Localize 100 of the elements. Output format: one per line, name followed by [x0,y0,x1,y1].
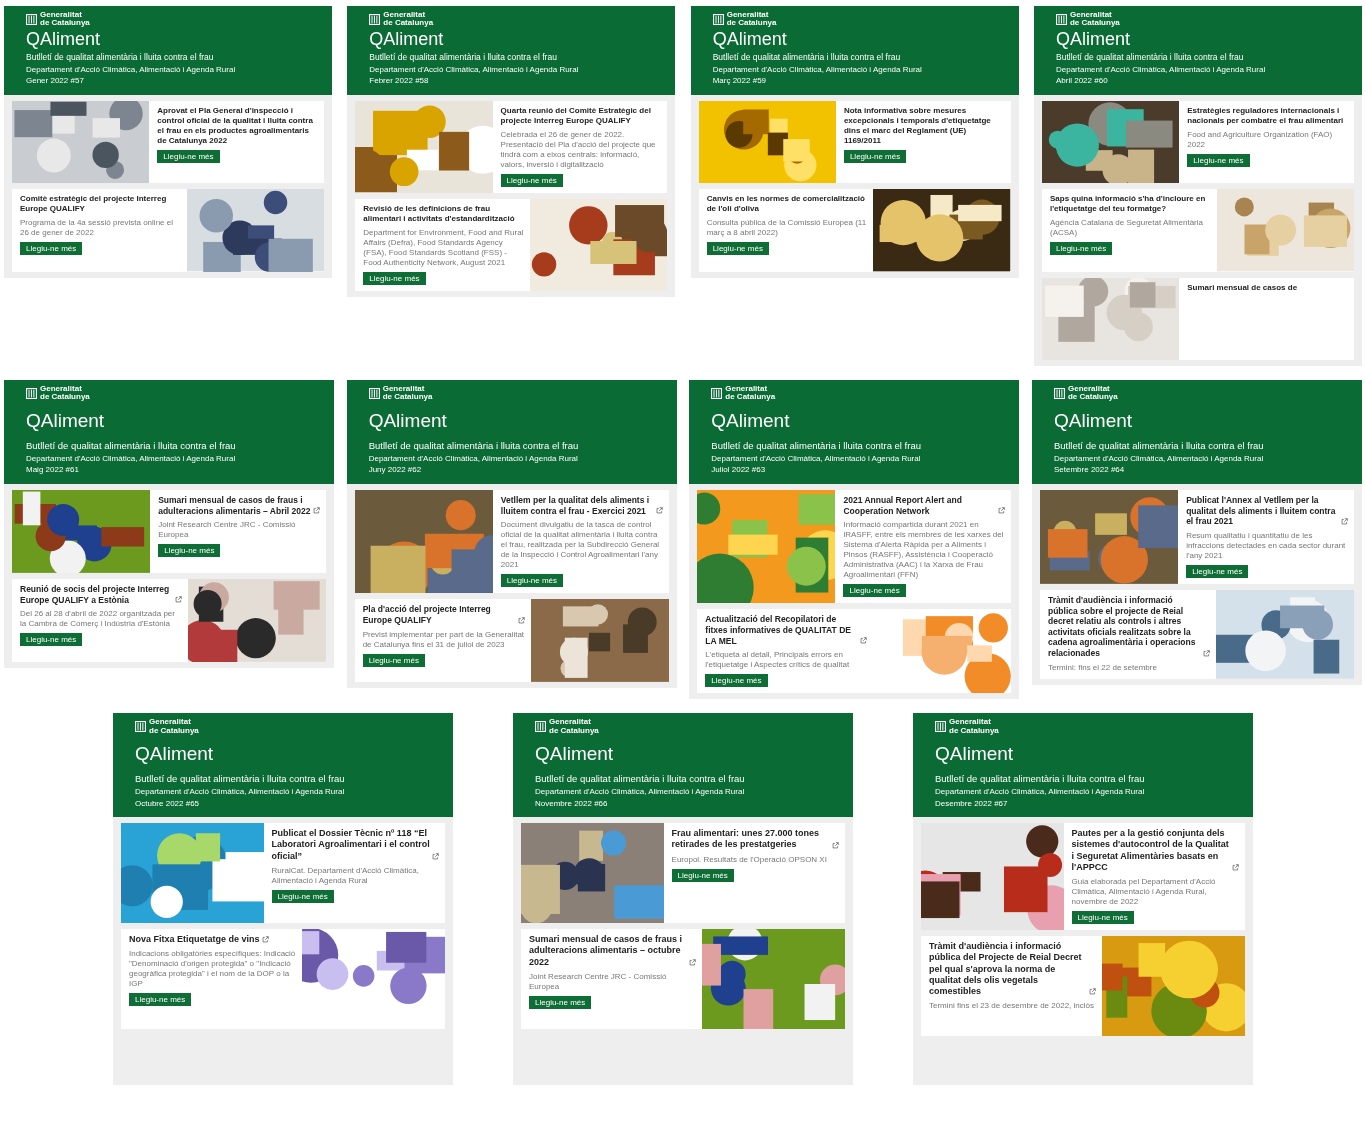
read-more-button[interactable]: Llegiu-ne més [706,242,769,256]
newsletter-subtitle: Butlletí de qualitat alimentària i lluita contra el frau [712,51,901,62]
newsletter-title: QAliment [535,742,614,765]
read-more-button[interactable]: Llegiu-ne més [1050,242,1113,256]
issue-label: Març 2022 #59 [712,75,767,87]
article-source: Document divulgatiu de la tasca de control oficial de la qualitat alimentària i lluita contra el frau, realitzada per la Subdirecció General de la Inspecció i Control Agroalimentari l'any 2021 [500,520,661,571]
read-more-button[interactable]: Llegiu-ne més [129,993,192,1007]
article-source: Consulta pública de la Comissió Europea (11 març a 8 abril 2022) [706,218,868,239]
issue-label: Juny 2022 #62 [368,464,422,476]
external-link-icon[interactable] [261,936,269,944]
generalitat-logo-icon [26,387,37,399]
department-name: Departament d'Acció Climàtica, Alimentació i Agenda Rural [368,452,578,465]
newsletter-subtitle: Butlletí de qualitat alimentària i lluita contra el frau [1056,51,1244,62]
article-source: Informació compartida durant 2021 en iRASFF, entre els membres de les xarxes del Sistema d'Alerta Ràpida per a Aliments i Pinsos (RASFF), Assistència i Cooperació Administrativa (AAC) i la Xarxa de Frau Agroalimentari (FFN) [843,520,1005,581]
brand-name: de Catalunya [40,393,90,402]
read-more-button[interactable]: Llegiu-ne més [362,653,425,667]
article-title: Estratègies reguladores internacionals i nacionals per combatre el frau alimentari [1187,105,1345,126]
external-link-icon[interactable] [998,507,1006,515]
newsletter-title: QAliment [135,742,214,765]
external-link-icon[interactable] [313,507,320,515]
external-link-icon[interactable] [174,596,182,604]
read-more-button[interactable]: Llegiu-ne més [705,674,768,688]
article-title: Vetllem per la qualitat dels aliments i lluitem contra el frau - Exercici 2021 [500,495,651,517]
department-name: Departament d'Acció Climàtica, Alimentació i Agenda Rural [1053,452,1264,465]
read-more-button[interactable]: Llegiu-ne més [843,584,906,598]
external-link-icon[interactable] [860,637,868,645]
article-title: Canvis en les normes de comercialització de l'oli d'oliva [706,194,866,215]
article-source: Joint Research Centre JRC - Comissió Europea [158,520,297,541]
read-more-button[interactable]: Llegiu-ne més [529,995,592,1009]
article-title: Pla d'acció del projecte Interreg Europe QUALIFY [362,604,492,626]
article-source: Resum qualitatiu i quantitatiu de les infraccions detectades en cada sector durant l'any 2021 [1186,530,1347,561]
article-title: Sumari mensual de casos de fraus i adulteracions alimentaris – octubre 2022 [529,934,684,968]
read-more-button[interactable]: Llegiu-ne més [271,889,334,903]
article-title: Sumari mensual de casos de [1187,282,1298,293]
generalitat-logo-icon [26,13,37,25]
newsletter-title: QAliment [711,409,790,432]
department-name: Departament d'Acció Climàtica, Alimentació i Agenda Rural [535,785,745,798]
brand-name: Generalitat [726,11,770,20]
brand-name: de Catalunya [40,19,90,28]
brand-name: Generalitat [149,718,192,727]
generalitat-logo-icon [1053,387,1065,399]
article-title: Frau alimentari: unes 27.000 tones retirades de les prestatgeries [671,828,821,851]
brand-name: Generalitat [725,385,769,394]
article-title: Nota informativa sobre mesures excepcionals i temporals d'etiquetatge dins el marc del Reglament (UE) 1169/2011 [843,105,992,146]
brand-name: Generalitat [949,718,992,727]
external-link-icon[interactable] [1232,864,1239,872]
read-more-button[interactable]: Llegiu-ne més [1187,153,1250,167]
read-more-button[interactable]: Llegiu-ne més [158,544,221,558]
brand-name: Generalitat [549,718,592,727]
newsletter-title: QAliment [935,742,1014,765]
article-source: Del 26 al 28 d'abril de 2022 organitzada per la Cambra de Comerç i Indústria d'Estònia [20,609,176,630]
read-more-button[interactable]: Llegiu-ne més [500,173,563,187]
external-link-icon[interactable] [517,616,525,624]
article-title: Tràmit d'audiència i informació pública sobre el projecte de Reial decret relatiu als controls i altres activitats oficials realitzats sobre la cadena agroalimentària i operacions relacionades [1047,594,1197,659]
newsletter-subtitle: Butlletí de qualitat alimentària i lluita contra el frau [535,772,745,784]
article-source: Department for Environment, Food and Rural Affairs (Defra), Food Standards Agency (FSA), Food Standards Scotland (FSS) - Food Authenticity Network, August 2021 [363,227,525,268]
brand-name: de Catalunya [149,726,199,735]
read-more-button[interactable]: Llegiu-ne més [500,574,564,588]
external-link-icon[interactable] [689,958,697,966]
newsletter-subtitle: Butlletí de qualitat alimentària i lluita contra el frau [1053,439,1264,451]
article-title: Publicat el Dossier Tècnic nº 118 “El Laboratori Agroalimentari i el control oficial” [271,828,430,862]
article-title: Reunió de socis del projecte Interreg Europe QUALIFY a Estònia [20,583,171,606]
read-more-button[interactable]: Llegiu-ne més [157,149,220,163]
issue-label: Gener 2022 #57 [26,75,84,87]
newsletter-title: QAliment [1053,409,1133,432]
read-more-button[interactable]: Llegiu-ne més [671,868,734,882]
external-link-icon[interactable] [432,852,439,860]
generalitat-logo-icon [1056,13,1067,25]
article-source: Programa de la 4a sessió prevista online el 26 de gener de 2022 [20,218,174,239]
read-more-button[interactable]: Llegiu-ne més [1186,564,1249,578]
external-link-icon[interactable] [1340,517,1348,525]
read-more-button[interactable]: Llegiu-ne més [1071,911,1134,925]
article-title: Comitè estratègic del projecte Interreg Europe QUALIFY [20,194,168,215]
brand-name: de Catalunya [1067,393,1118,402]
external-link-icon[interactable] [655,507,663,515]
brand-name: de Catalunya [726,19,777,28]
newsletter-title: QAliment [1056,28,1130,50]
article-title: Publicat l'Annex al Vetllem per la qualitat dels aliments i lluitem contra el frau 2021 [1186,495,1337,527]
brand-name: de Catalunya [725,393,776,402]
read-more-button[interactable]: Llegiu-ne més [843,149,907,163]
read-more-button[interactable]: Llegiu-ne més [363,271,426,285]
department-name: Departament d'Acció Climàtica, Alimentació i Agenda Rural [135,785,345,798]
newsletter-subtitle: Butlletí de qualitat alimentària i lluita contra el frau [26,51,214,62]
issue-label: Desembre 2022 #67 [935,797,1008,810]
department-name: Departament d'Acció Climàtica, Alimentació i Agenda Rural [26,63,236,76]
brand-name: Generalitat [382,385,426,394]
read-more-button[interactable]: Llegiu-ne més [20,633,83,647]
article-source: Termini: fins el 22 de setembre [1047,662,1157,673]
newsletter-subtitle: Butlletí de qualitat alimentària i lluita contra el frau [26,439,236,451]
issue-label: Octubre 2022 #65 [135,797,200,810]
article-source: L'etiqueta al detall, Principals errors en l'etiquetatge i Aspectes crítics de qualitat [705,650,851,671]
article-title: Pautes per a la gestió conjunta dels sistemes d'autocontrol de la Qualitat i Seguretat Alimentàries basats en l'APPCC [1071,828,1230,874]
external-link-icon[interactable] [832,841,839,849]
issue-label: Febrer 2022 #58 [369,75,429,87]
generalitat-logo-icon [535,721,546,733]
external-link-icon[interactable] [1089,988,1097,996]
external-link-icon[interactable] [1202,649,1210,657]
read-more-button[interactable]: Llegiu-ne més [20,242,83,256]
article-source: Europol. Resultats de l'Operació OPSON XI [671,854,827,865]
newsletter-subtitle: Butlletí de qualitat alimentària i lluita contra el frau [135,772,345,784]
